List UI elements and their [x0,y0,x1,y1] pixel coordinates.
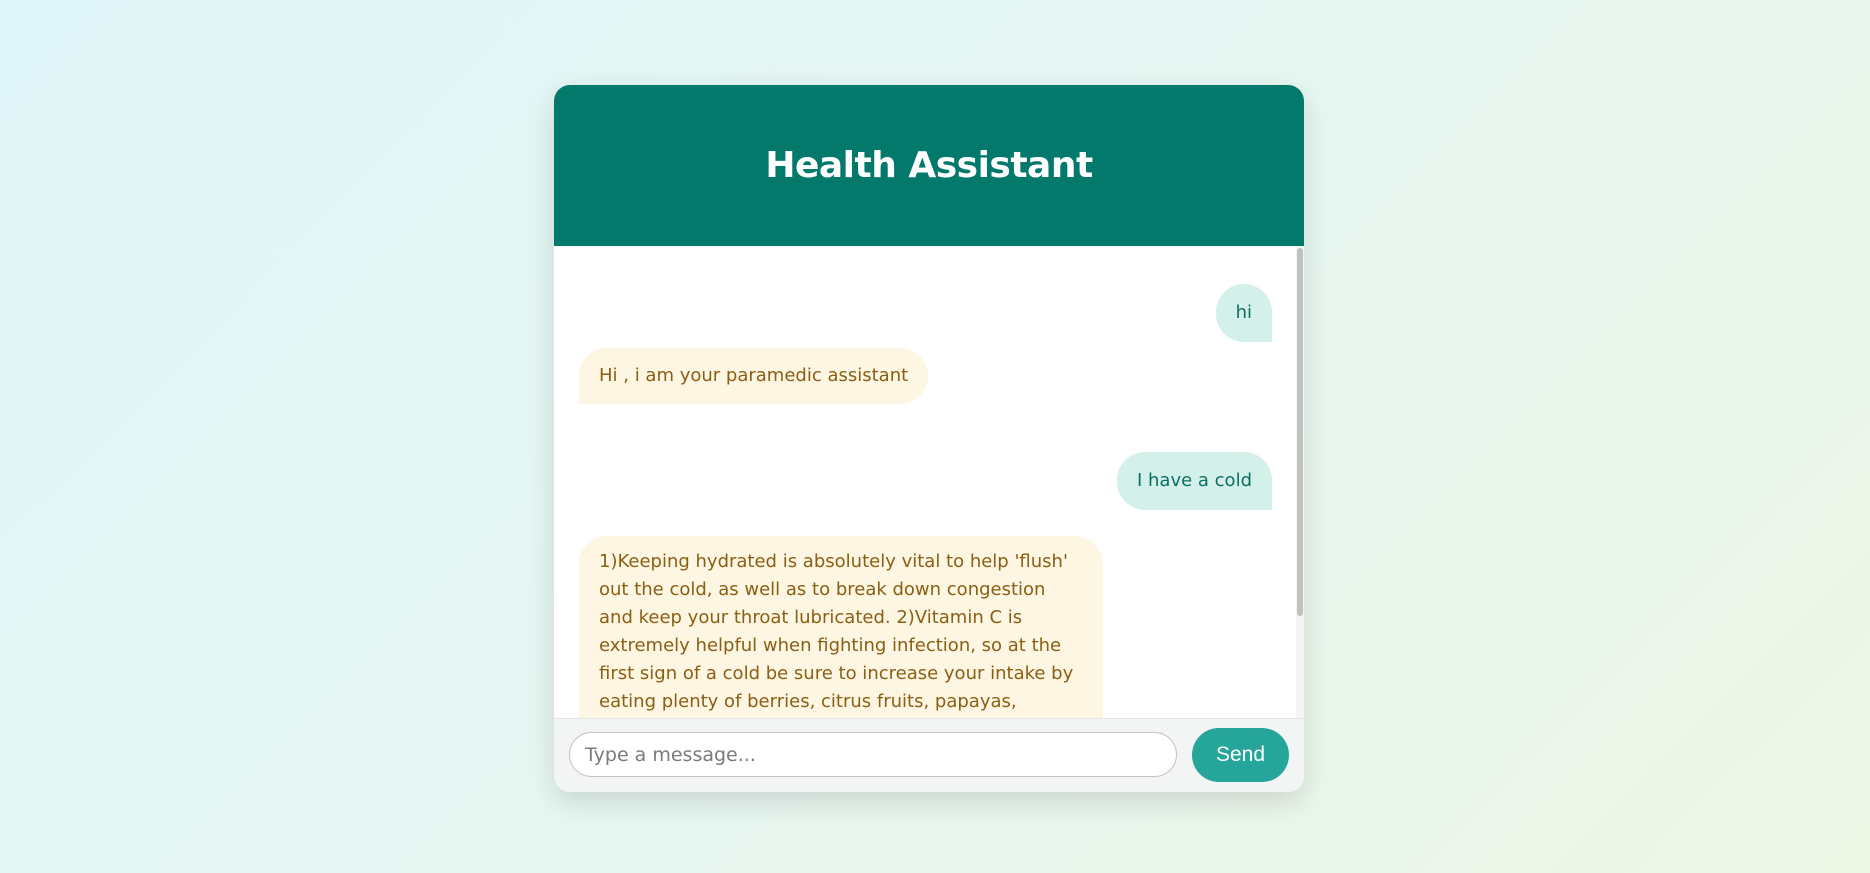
chat-header: Health Assistant [554,85,1304,246]
scrollbar-thumb[interactable] [1297,248,1303,616]
page-title: Health Assistant [765,145,1093,186]
message-input[interactable] [569,732,1177,777]
bot-message: 1)Keeping hydrated is absolutely vital t… [579,536,1103,718]
scrollbar[interactable] [1296,246,1304,718]
user-message: I have a cold [1116,452,1272,510]
send-button[interactable]: Send [1192,728,1289,782]
bot-message: Hi , i am your paramedic assistant [579,348,929,404]
message-composer: Send [554,718,1304,792]
user-message: hi [1215,284,1272,342]
chat-window: Health Assistant hi Hi , i am your param… [554,85,1304,792]
message-list[interactable]: hi Hi , i am your paramedic assistant I … [554,246,1304,718]
